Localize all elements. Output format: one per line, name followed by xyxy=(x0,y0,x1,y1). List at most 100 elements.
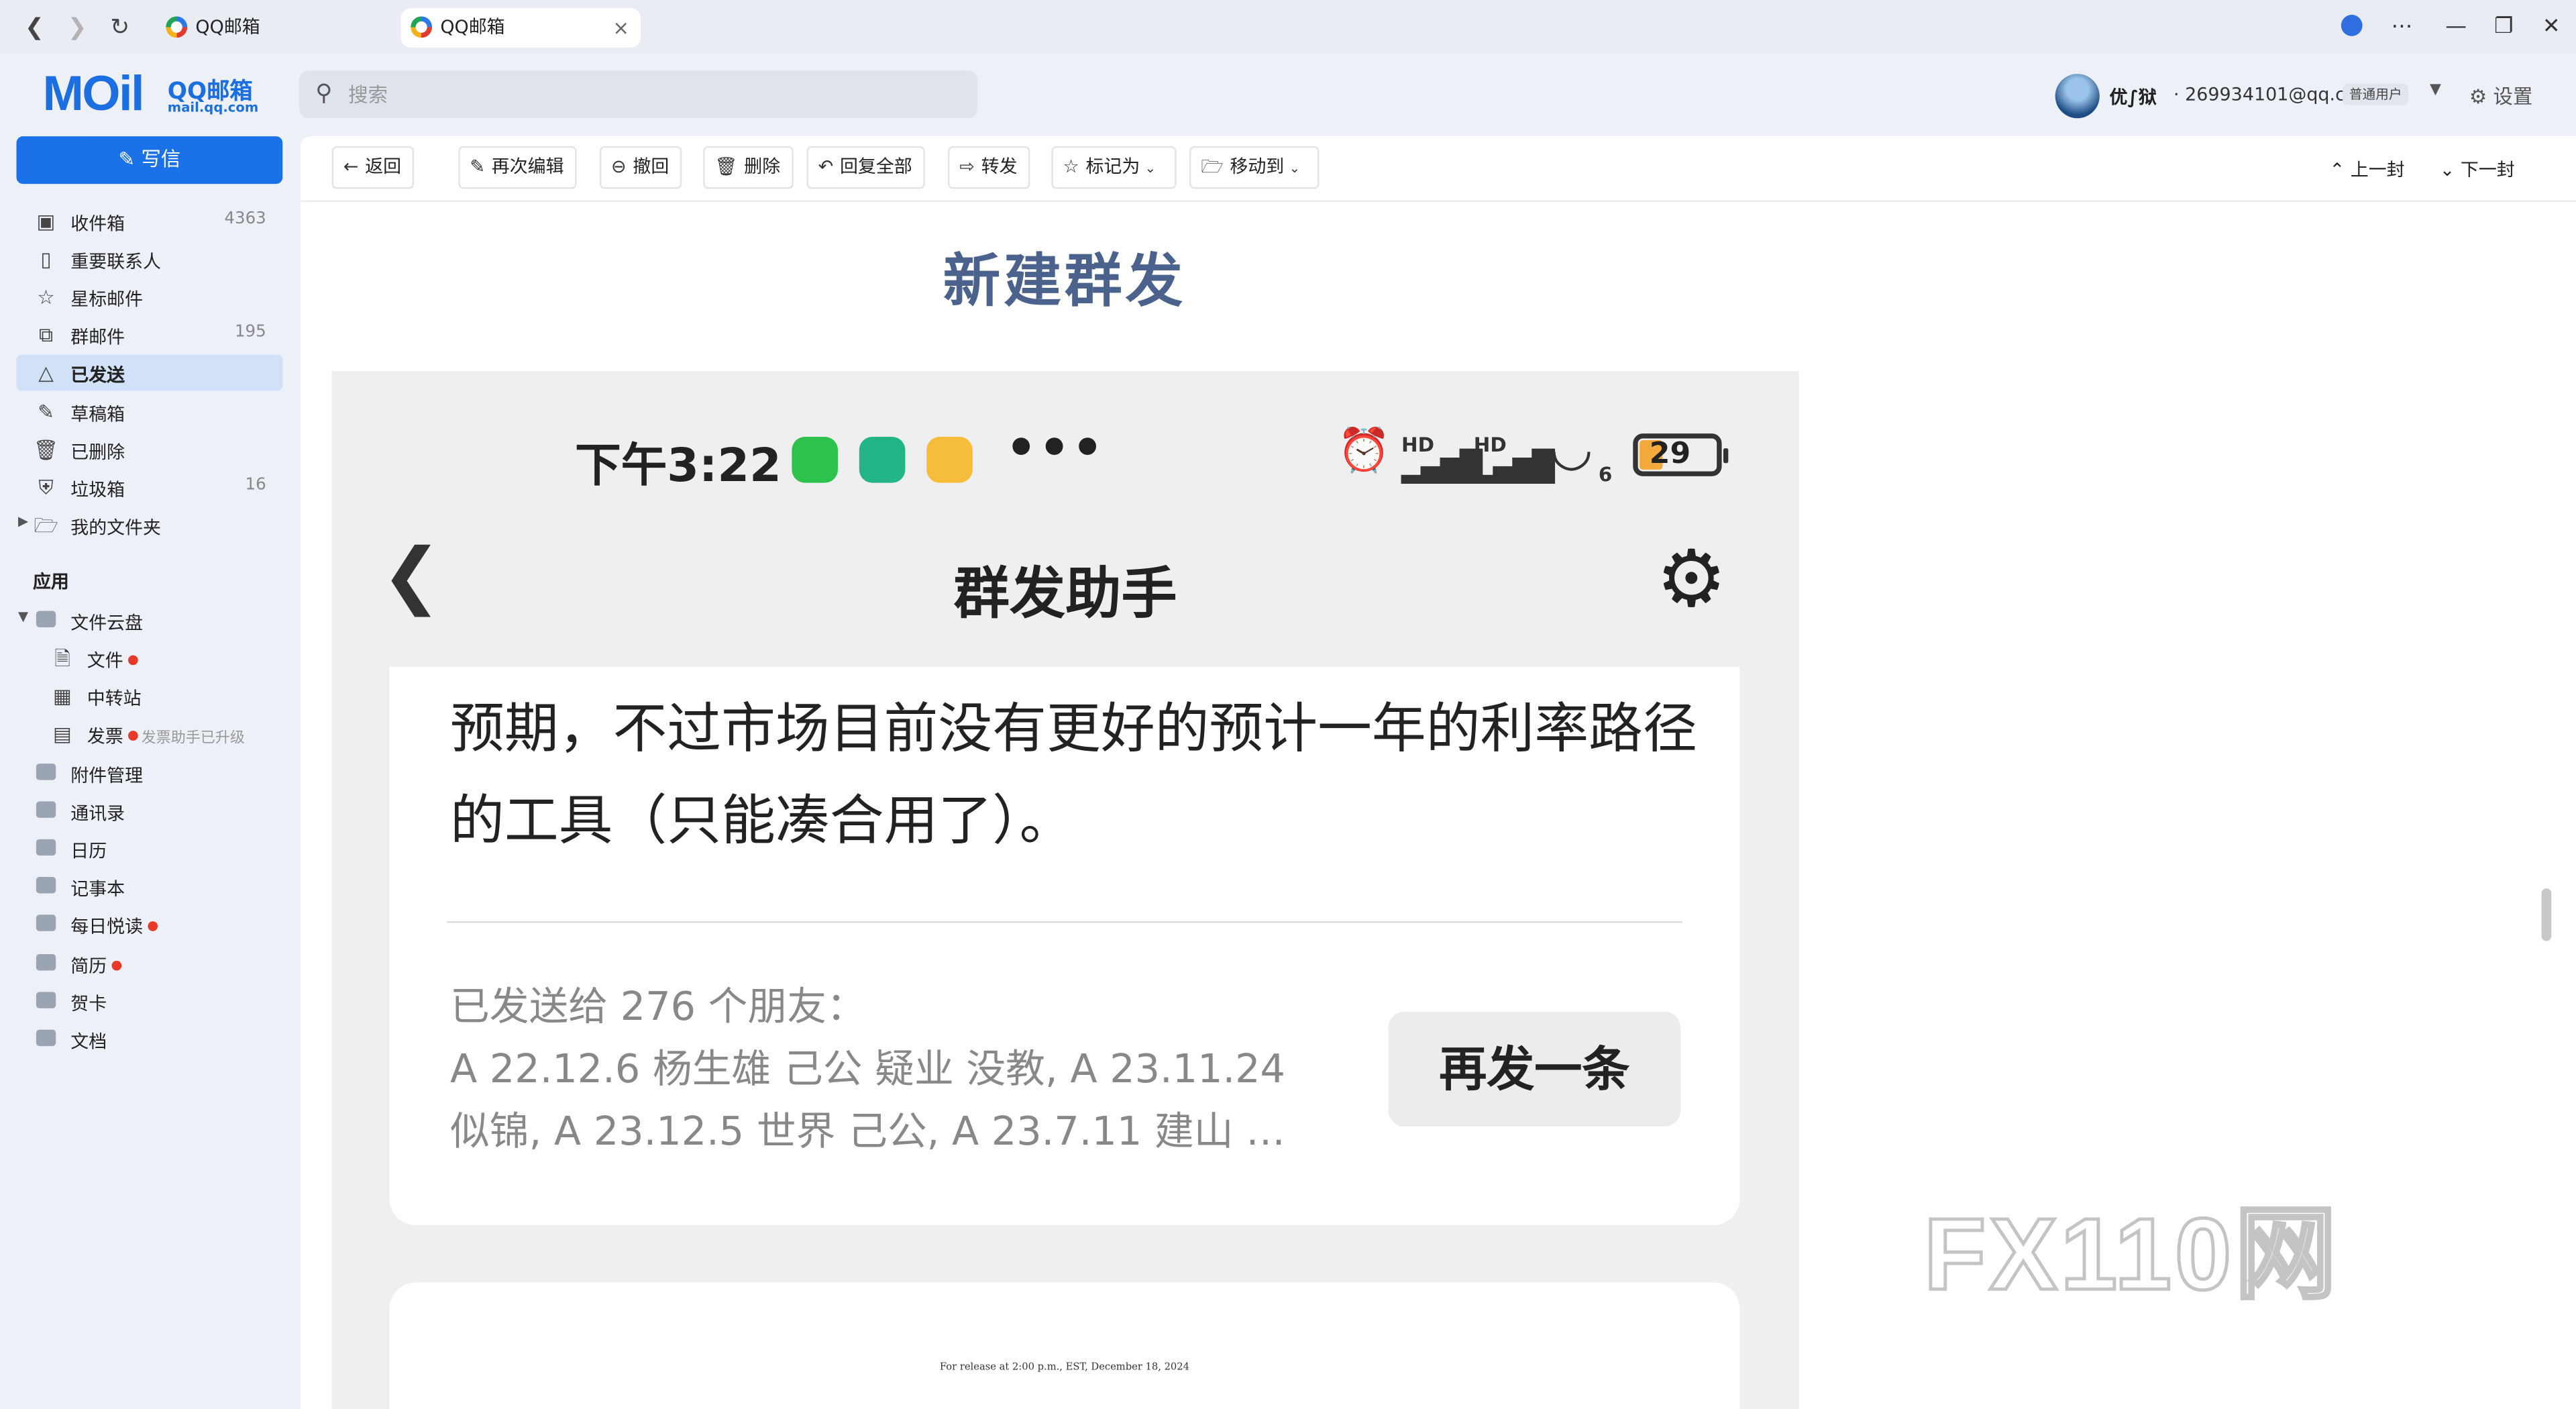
arrow-left-icon: ← xyxy=(343,156,359,178)
expand-caret-icon[interactable]: ▶ xyxy=(18,514,28,529)
search-input[interactable] xyxy=(348,77,957,112)
sidebar-item-drafts[interactable]: ✎ 草稿箱 xyxy=(16,394,282,430)
signal-bars-icon: ▂▄▆█ xyxy=(1473,450,1555,485)
sent-to-list: 已发送给 276 个朋友： A 22.12.6 杨生雄 己公 疑业 没教, A … xyxy=(450,984,1285,1155)
sidebar-item-my-folders[interactable]: ▶ 🗁 我的文件夹 xyxy=(16,507,282,543)
account-dropdown-icon[interactable]: ▼ xyxy=(2430,82,2441,98)
sidebar-item-sent[interactable]: △ 已发送 xyxy=(16,354,283,391)
minimize-icon[interactable]: — xyxy=(2440,11,2473,44)
settings-label: 设置 xyxy=(2493,85,2533,109)
previous-mail-button[interactable]: ⌃ 上一封 xyxy=(2330,156,2405,182)
folder-label: 已删除 xyxy=(70,441,125,464)
browser-tab-2[interactable]: QQ邮箱 × xyxy=(400,8,641,48)
sidebar-item-file-cloud[interactable]: ▼ 文件云盘 xyxy=(16,603,282,639)
sidebar-item-daily-reading[interactable]: 每日悦读 xyxy=(16,906,282,943)
compose-icon: ✎ xyxy=(118,148,136,171)
app-label: 发票 发票助手已升级 xyxy=(87,725,245,747)
folder-count: 4363 xyxy=(224,210,266,229)
sidebar-item-files[interactable]: 🗎 文件 xyxy=(16,641,282,677)
security-app-icon xyxy=(859,437,906,483)
reedit-label: 再次编辑 xyxy=(491,156,564,178)
unread-dot xyxy=(148,921,158,931)
search-icon: ⚲ xyxy=(315,80,333,107)
transfer-icon: ▦ xyxy=(53,684,72,708)
chevron-down-icon: ⌄ xyxy=(1144,160,1157,176)
signal-bars-icon: ▂▄▆█ xyxy=(1401,450,1483,485)
scrollbar-thumb[interactable] xyxy=(2541,888,2552,941)
reply-all-label: 回复全部 xyxy=(839,156,912,178)
qq-mail-logo[interactable]: MOil QQ邮箱 mail.qq.com xyxy=(42,67,259,122)
sidebar-item-calendar[interactable]: 日历 xyxy=(16,831,282,867)
sidebar-item-contacts[interactable]: 通讯录 xyxy=(16,793,282,829)
phone-time: 下午3:22 xyxy=(575,438,782,493)
inbox-icon: ▣ xyxy=(36,210,56,233)
browser-reload-icon[interactable]: ↻ xyxy=(105,13,135,43)
message-text: 预期，不过市场目前没有更好的预计一年的利率路径的工具（只能凑合用了）。 xyxy=(450,696,1697,853)
folder-label: 垃圾箱 xyxy=(70,479,125,501)
recall-button[interactable]: ⊖ 撤回 xyxy=(599,146,682,189)
sidebar-item-resume[interactable]: 简历 xyxy=(16,946,282,982)
sidebar-item-deleted[interactable]: 🗑 已删除 xyxy=(16,432,282,468)
sidebar-item-important-contacts[interactable]: ▯ 重要联系人 xyxy=(16,242,282,278)
collapse-caret-icon[interactable]: ▼ xyxy=(18,609,28,624)
sent-icon: △ xyxy=(38,361,54,384)
invoice-icon: ▤ xyxy=(53,722,72,746)
folder-icon: 🗁 xyxy=(34,514,58,537)
star-icon: ☆ xyxy=(1063,156,1079,178)
unread-dot xyxy=(128,731,138,741)
resume-icon xyxy=(33,951,59,977)
sidebar-item-greeting-card[interactable]: 贺卡 xyxy=(16,984,282,1020)
chevron-down-icon: ⌄ xyxy=(1289,160,1300,176)
app-label: 日历 xyxy=(70,841,107,862)
browser-back-icon[interactable]: ❮ xyxy=(19,13,49,43)
back-button[interactable]: ← 返回 xyxy=(331,146,415,189)
sidebar-item-starred[interactable]: ☆ 星标邮件 xyxy=(16,279,282,315)
sidebar-item-docs[interactable]: 文档 xyxy=(16,1021,282,1057)
sidebar-item-invoice[interactable]: ▤ 发票 发票助手已升级 xyxy=(16,716,282,752)
email-subject: 新建群发 xyxy=(943,250,1187,315)
app-label: 简历 xyxy=(70,953,122,979)
folder-label: 已发送 xyxy=(70,364,125,386)
browser-tab-1[interactable]: QQ邮箱 xyxy=(156,8,386,48)
reply-all-icon: ↶ xyxy=(818,156,834,178)
search-box[interactable]: ⚲ xyxy=(299,70,978,119)
forward-button[interactable]: ⇨ 转发 xyxy=(948,146,1031,189)
move-folder-icon: 🗁 xyxy=(1201,156,1224,178)
browser-menu-icon[interactable]: ⋯ xyxy=(2385,11,2418,44)
restore-icon[interactable]: ❐ xyxy=(2487,11,2520,44)
avatar[interactable] xyxy=(2055,74,2100,119)
trash-icon: 🗑 xyxy=(33,438,59,462)
compose-button[interactable]: ✎ 写信 xyxy=(16,136,283,185)
browser-extension-icon[interactable] xyxy=(2334,11,2367,44)
browser-forward-icon[interactable]: ❯ xyxy=(62,13,92,43)
sidebar-item-transfer-station[interactable]: ▦ 中转站 xyxy=(16,678,282,715)
reedit-button[interactable]: ✎ 再次编辑 xyxy=(458,146,578,189)
delete-button[interactable]: 🗑 删除 xyxy=(703,146,794,189)
bookmark-icon: ▯ xyxy=(40,248,52,271)
greeting-card-icon xyxy=(33,988,59,1014)
sidebar-item-inbox[interactable]: ▣ 收件箱 4363 xyxy=(16,203,282,240)
folder-label: 草稿箱 xyxy=(70,404,125,425)
window-close-icon[interactable]: ✕ xyxy=(2535,11,2568,44)
folder-label: 收件箱 xyxy=(70,213,125,235)
invoice-hint: 发票助手已升级 xyxy=(141,731,245,747)
reply-all-button[interactable]: ↶ 回复全部 xyxy=(806,146,926,189)
next-mail-button[interactable]: ⌄ 下一封 xyxy=(2440,156,2515,182)
wifi-icon: ◡ xyxy=(1552,420,1591,478)
move-to-button[interactable]: 🗁 移动到 ⌄ xyxy=(1189,146,1320,189)
card-divider xyxy=(447,921,1682,923)
sidebar-item-group-mail[interactable]: ⧉ 群邮件 195 xyxy=(16,317,282,353)
sidebar-item-attachments[interactable]: 附件管理 xyxy=(16,755,282,792)
sidebar-item-notepad[interactable]: 记事本 xyxy=(16,869,282,905)
forward-icon: ⇨ xyxy=(959,156,975,178)
sidebar-item-spam[interactable]: ⛨ 垃圾箱 16 xyxy=(16,470,282,506)
move-to-label: 移动到 xyxy=(1230,156,1285,178)
settings-button[interactable]: ⚙ 设置 xyxy=(2469,82,2533,110)
reading-icon xyxy=(33,911,59,937)
app-label: 贺卡 xyxy=(70,993,107,1015)
logo-mark: MOil xyxy=(42,67,145,122)
notepad-icon xyxy=(33,874,59,900)
mark-as-button[interactable]: ☆ 标记为 ⌄ xyxy=(1051,146,1176,189)
tab-close-icon[interactable]: × xyxy=(612,8,629,48)
gear-icon: ⚙ xyxy=(2469,85,2487,109)
